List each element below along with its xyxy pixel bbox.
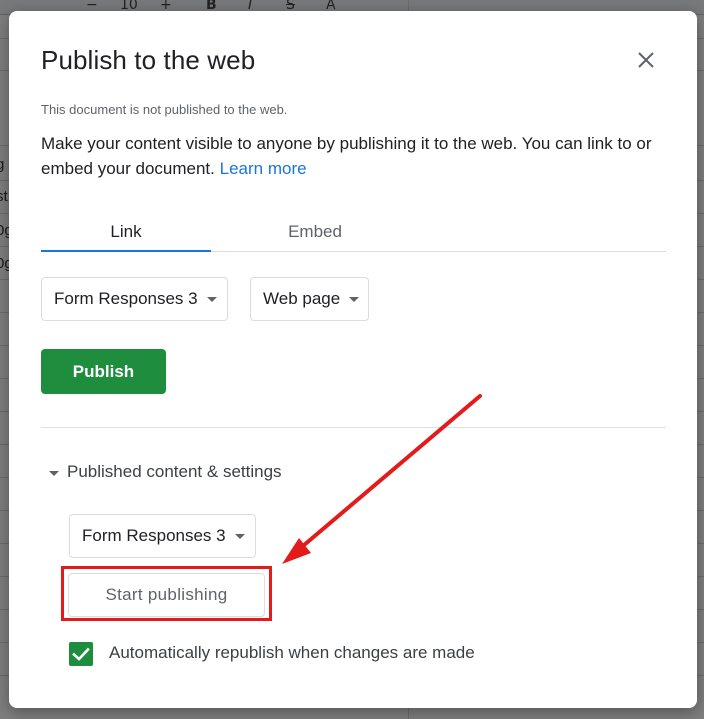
active-tab-indicator (41, 250, 211, 252)
published-content-settings-label: Published content & settings (67, 462, 282, 481)
format-select-dropdown[interactable]: Web page (250, 277, 369, 321)
close-button[interactable] (635, 49, 657, 71)
published-sheet-dropdown[interactable]: Form Responses 3 (69, 514, 256, 558)
published-sheet-value: Form Responses 3 (82, 526, 226, 545)
tab-link[interactable]: Link (41, 215, 211, 251)
checkmark-icon (72, 647, 90, 661)
auto-republish-label: Automatically republish when changes are… (109, 643, 475, 662)
chevron-down-icon (207, 297, 217, 302)
chevron-down-icon (349, 297, 359, 302)
sheet-select-dropdown[interactable]: Form Responses 3 (41, 277, 228, 321)
tab-embed[interactable]: Embed (230, 215, 400, 251)
chevron-down-icon (235, 534, 245, 539)
publish-status-text: This document is not published to the we… (41, 102, 288, 117)
sheet-select-value: Form Responses 3 (54, 289, 198, 308)
highlight-box-annotation (61, 566, 272, 621)
publish-to-web-dialog: Publish to the web This document is not … (9, 11, 697, 708)
tab-bar: Link Embed (41, 215, 666, 252)
dialog-description: Make your content visible to anyone by p… (41, 131, 661, 181)
dialog-title: Publish to the web (41, 45, 256, 75)
description-text: Make your content visible to anyone by p… (41, 134, 652, 178)
auto-republish-checkbox[interactable] (69, 642, 93, 666)
close-icon (638, 52, 654, 68)
section-divider (41, 427, 666, 428)
caret-down-icon (49, 471, 59, 476)
learn-more-link[interactable]: Learn more (220, 159, 307, 178)
publish-button[interactable]: Publish (41, 349, 166, 394)
format-select-value: Web page (263, 289, 341, 308)
